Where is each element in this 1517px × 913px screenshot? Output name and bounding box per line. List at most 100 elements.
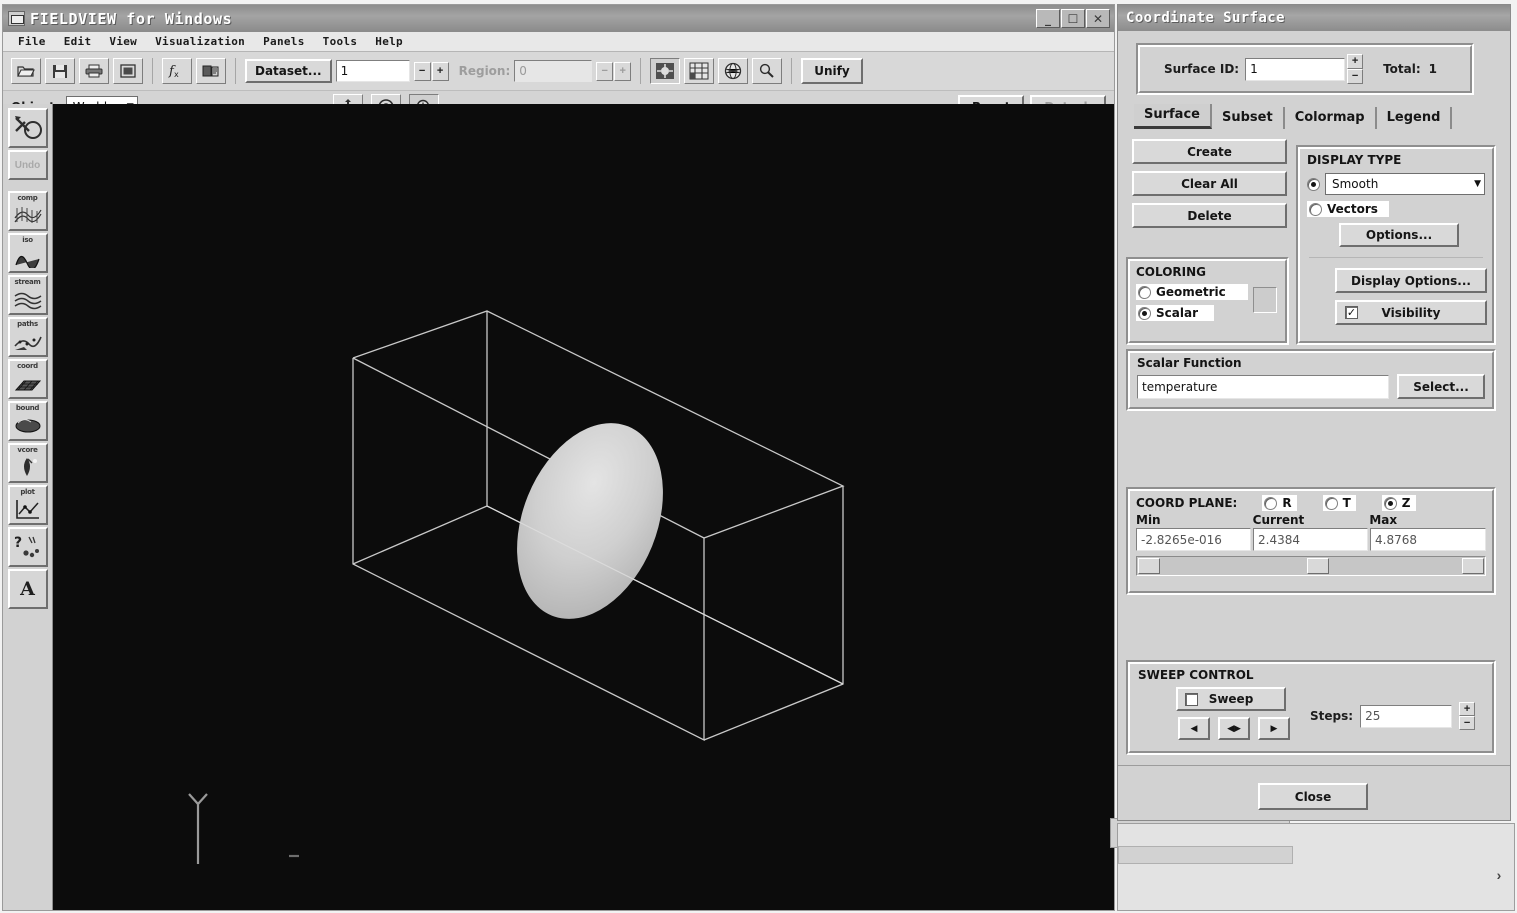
display-type-divider	[1309, 257, 1483, 258]
coloring-color-swatch[interactable]	[1253, 287, 1277, 313]
minimize-button[interactable]: _	[1036, 9, 1060, 28]
restart-view-icon[interactable]	[113, 58, 143, 84]
menu-visualization[interactable]: Visualization	[146, 34, 254, 49]
dataset-increment-button[interactable]: +	[431, 61, 449, 81]
maximize-button[interactable]: ☐	[1061, 9, 1085, 28]
vectors-radio[interactable]	[1309, 202, 1322, 216]
grid-view-icon[interactable]	[684, 58, 715, 84]
coord-plane-t-radio[interactable]	[1324, 496, 1338, 510]
sweep-checkbox[interactable]	[1185, 692, 1198, 706]
transform-icon[interactable]	[196, 58, 226, 84]
tab-legend[interactable]: Legend	[1376, 107, 1453, 129]
scalar-function-input[interactable]: temperature	[1137, 374, 1389, 399]
sidebar-item-computational-surface[interactable]: comp	[7, 191, 48, 231]
coloring-geometric-option[interactable]: Geometric	[1136, 284, 1248, 300]
region-field: 0	[514, 60, 593, 82]
sidebar-item-query-probe[interactable]: ?	[7, 527, 48, 567]
surface-id-input[interactable]: 1	[1245, 57, 1346, 81]
coloring-scalar-option[interactable]: Scalar	[1136, 305, 1214, 321]
sidebar-item-coordinate-surface[interactable]: coord	[7, 359, 48, 399]
menu-tools[interactable]: Tools	[314, 34, 367, 49]
dialog-titlebar: Coordinate Surface	[1118, 5, 1510, 31]
sidebar-item-streamlines[interactable]: stream	[7, 275, 48, 315]
sweep-back-button[interactable]: ◀	[1178, 717, 1210, 740]
display-options-button[interactable]: Display Options...	[1335, 268, 1487, 293]
coord-max-input[interactable]: 4.8768	[1370, 528, 1486, 551]
center-view-icon[interactable]	[650, 58, 681, 84]
print-icon[interactable]	[79, 58, 109, 84]
coord-plane-option-z[interactable]: Z	[1381, 495, 1416, 511]
tab-surface[interactable]: Surface	[1134, 104, 1212, 129]
3d-viewport[interactable]	[53, 104, 1114, 910]
coord-plane-r-radio[interactable]	[1264, 496, 1278, 510]
scroll-right-arrow-icon[interactable]: ›	[1490, 866, 1508, 884]
vector-options-button[interactable]: Options...	[1339, 223, 1459, 247]
coord-plane-option-r[interactable]: R	[1262, 495, 1297, 511]
visibility-checkbox[interactable]: ✓	[1345, 306, 1358, 319]
zoom-probe-icon[interactable]	[752, 58, 783, 84]
coord-plane-z-radio[interactable]	[1383, 496, 1397, 510]
fx-function-icon[interactable]: fx	[162, 58, 192, 84]
surface-id-increment-button[interactable]: +	[1347, 54, 1364, 69]
toolbar-separator-4	[791, 58, 793, 84]
menu-file[interactable]: File	[9, 34, 55, 49]
sidebar-item-particle-paths[interactable]: paths	[7, 317, 48, 357]
coord-slider-min-thumb[interactable]	[1138, 558, 1160, 574]
coord-plane-slider[interactable]	[1136, 556, 1486, 576]
dataset-button[interactable]: Dataset...	[245, 59, 332, 83]
coord-plane-option-t[interactable]: T	[1322, 495, 1356, 511]
dataset-field[interactable]: 1	[335, 60, 410, 82]
sidebar-item-iso-surface[interactable]: iso	[7, 233, 48, 273]
coord-slider-current-thumb[interactable]	[1307, 558, 1329, 574]
toolbar-separator-2	[235, 58, 236, 84]
sweep-forward-button[interactable]: ▶	[1258, 717, 1290, 740]
menu-edit[interactable]: Edit	[55, 34, 101, 49]
surface-id-decrement-button[interactable]: −	[1347, 69, 1364, 84]
tab-colormap[interactable]: Colormap	[1284, 107, 1377, 129]
sidebar-item-stream-label: stream	[14, 278, 41, 286]
close-button[interactable]: Close	[1258, 783, 1368, 810]
sidebar-item-boundary-surface[interactable]: bound	[7, 401, 48, 441]
sweep-toggle[interactable]: Sweep	[1176, 687, 1286, 711]
scalar-function-select-button[interactable]: Select...	[1397, 374, 1485, 399]
coord-slider-max-thumb[interactable]	[1462, 558, 1484, 574]
menu-panels[interactable]: Panels	[254, 34, 314, 49]
visibility-label: Visibility	[1381, 305, 1441, 320]
display-type-title: DISPLAY TYPE	[1307, 153, 1402, 167]
steps-decrement-button[interactable]: −	[1459, 716, 1476, 730]
sidebar-item-annotation-text[interactable]: A	[7, 569, 48, 609]
geometric-radio[interactable]	[1138, 285, 1151, 299]
smooth-select[interactable]: Smooth ▼	[1325, 173, 1485, 195]
coord-current-input[interactable]: 2.4384	[1253, 528, 1368, 551]
coord-min-input[interactable]: -2.8265e-016	[1136, 528, 1251, 551]
steps-increment-button[interactable]: +	[1459, 702, 1476, 716]
menu-help[interactable]: Help	[366, 34, 412, 49]
steps-input[interactable]: 25	[1360, 704, 1453, 728]
delete-button[interactable]: Delete	[1132, 203, 1287, 228]
sidebar-item-xy-plot[interactable]: plot	[7, 485, 48, 525]
sidebar-item-vortex-cores[interactable]: vcore	[7, 443, 48, 483]
steps-stepper[interactable]: + −	[1459, 702, 1476, 730]
surface-id-stepper[interactable]: + −	[1347, 54, 1364, 84]
save-file-icon[interactable]	[45, 58, 75, 84]
clear-all-button[interactable]: Clear All	[1132, 171, 1287, 196]
sweep-both-button[interactable]: ◀▶	[1218, 717, 1250, 740]
menu-view[interactable]: View	[100, 34, 146, 49]
visibility-toggle[interactable]: ✓ Visibility	[1335, 300, 1487, 325]
smooth-radio[interactable]	[1307, 177, 1320, 191]
menubar: File Edit View Visualization Panels Tool…	[3, 32, 1114, 52]
surface-id-label: Surface ID:	[1164, 62, 1240, 76]
dataset-stepper[interactable]: − +	[413, 61, 449, 81]
dataset-decrement-button[interactable]: −	[413, 61, 431, 81]
globe-view-icon[interactable]	[718, 58, 749, 84]
unify-button[interactable]: Unify	[801, 58, 863, 84]
tab-subset[interactable]: Subset	[1211, 107, 1285, 129]
scalar-radio[interactable]	[1138, 306, 1151, 320]
display-type-vectors-option[interactable]: Vectors	[1307, 201, 1389, 217]
display-type-group: DISPLAY TYPE Smooth ▼ Vectors Options...…	[1296, 145, 1496, 345]
sidebar-item-transform[interactable]	[7, 108, 48, 148]
open-file-icon[interactable]	[11, 58, 41, 84]
surface-id-group: Surface ID: 1 + − Total: 1	[1136, 43, 1474, 95]
create-button[interactable]: Create	[1132, 139, 1287, 164]
close-button[interactable]: ✕	[1086, 9, 1110, 28]
